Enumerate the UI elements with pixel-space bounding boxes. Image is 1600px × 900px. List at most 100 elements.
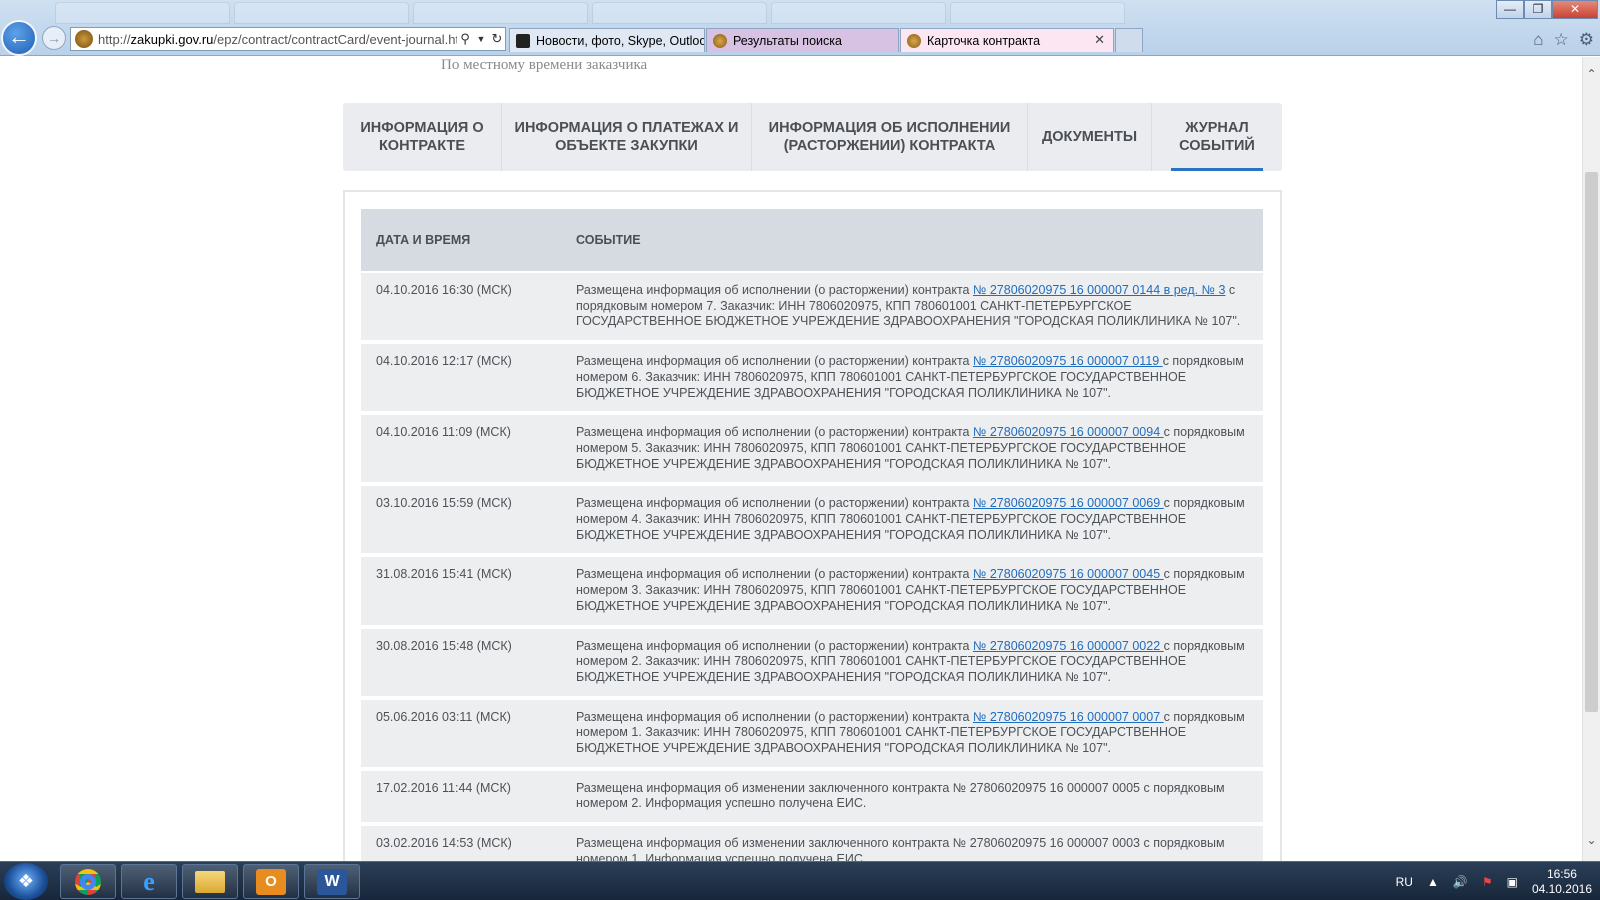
- tab-payments[interactable]: Информация о платежах и объекте закупки: [502, 103, 752, 171]
- window-controls: — ❐ ✕: [1496, 0, 1598, 19]
- browser-tab-label: Результаты поиска: [733, 33, 842, 48]
- contract-link[interactable]: № 27806020975 16 000007 0094: [973, 425, 1164, 439]
- event-datetime: 17.02.2016 11:44 (МСК): [376, 780, 511, 795]
- browser-tab-label: Новости, фото, Skype, Outloo...: [536, 33, 705, 48]
- clock[interactable]: 16:56 04.10.2016: [1532, 867, 1592, 897]
- event-text: Размещена информация об исполнении (о ра…: [576, 425, 973, 440]
- emblem-favicon-icon: [907, 33, 921, 48]
- event-list: 04.10.2016 16:30 (МСК) Размещена информац…: [361, 273, 1263, 861]
- action-center-flag-icon[interactable]: ⚑: [1482, 875, 1493, 889]
- column-header-datetime: Дата и время: [376, 233, 471, 247]
- table-row: 03.10.2016 15:59 (МСК) Размещена информац…: [361, 486, 1263, 554]
- scroll-up-icon[interactable]: ⌃: [1583, 67, 1600, 81]
- file-explorer-icon[interactable]: [182, 864, 238, 899]
- volume-icon[interactable]: 🔊: [1453, 875, 1468, 889]
- search-icon[interactable]: ⚲: [457, 31, 473, 47]
- event-datetime: 05.06.2016 03:11 (МСК): [376, 709, 511, 724]
- page-content: По местному времени заказчика Информация…: [0, 57, 1582, 861]
- language-indicator[interactable]: RU: [1396, 875, 1413, 889]
- background-tab-strip: [55, 2, 1125, 26]
- new-tab-button[interactable]: [1115, 28, 1143, 52]
- background-tab[interactable]: [55, 2, 230, 24]
- dropdown-arrow-icon[interactable]: ▼: [473, 34, 489, 44]
- table-row: 03.02.2016 14:53 (МСК) Размещена информац…: [361, 826, 1263, 861]
- clock-date: 04.10.2016: [1531, 881, 1592, 896]
- emblem-favicon-icon: [713, 33, 727, 48]
- table-row: 05.06.2016 03:11 (МСК) Размещена информац…: [361, 699, 1263, 767]
- table-row: 17.02.2016 11:44 (МСК) Размещена информац…: [361, 770, 1263, 823]
- address-bar[interactable]: http://zakupki.gov.ru/epz/contract/contr…: [70, 27, 506, 51]
- event-text: Размещена информация об исполнении (о ра…: [576, 567, 973, 582]
- system-tray: RU ▲ 🔊 ⚑ ▣ 16:56 04.10.2016: [1396, 862, 1592, 900]
- site-emblem-icon: [75, 30, 93, 48]
- minimize-icon[interactable]: —: [1496, 0, 1524, 19]
- event-description: Размещена информация об исполнении (о ра…: [576, 283, 1263, 330]
- internet-explorer-icon[interactable]: e: [121, 864, 177, 899]
- tab-documents[interactable]: Документы: [1028, 103, 1152, 171]
- event-text: Размещена информация об изменении заключ…: [576, 836, 1225, 861]
- background-tab[interactable]: [413, 2, 588, 24]
- column-header-event: Событие: [576, 233, 641, 247]
- tab-label: Информация о контракте: [360, 120, 484, 154]
- event-text: Размещена информация об исполнении (о ра…: [576, 496, 973, 511]
- back-arrow-icon[interactable]: ←: [1, 20, 37, 56]
- contract-link[interactable]: № 27806020975 16 000007 0069: [973, 496, 1164, 510]
- event-description: Размещена информация об исполнении (о ра…: [576, 710, 1263, 757]
- table-row: 04.10.2016 11:09 (МСК) Размещена информац…: [361, 415, 1263, 483]
- event-text: Размещена информация об исполнении (о ра…: [576, 354, 973, 369]
- scrollbar-thumb[interactable]: [1585, 172, 1598, 712]
- favorites-star-icon[interactable]: ☆: [1554, 30, 1569, 50]
- home-icon[interactable]: ⌂: [1533, 30, 1543, 50]
- yandex-favicon-icon: [516, 33, 530, 48]
- contract-tabs: Информация о контракте Информация о плат…: [343, 103, 1282, 171]
- scroll-down-icon[interactable]: ⌄: [1583, 833, 1600, 847]
- tab-event-journal[interactable]: Журнал событий: [1152, 103, 1282, 171]
- event-description: Размещена информация об исполнении (о ра…: [576, 567, 1263, 614]
- browser-tab-active[interactable]: Карточка контракта ✕: [900, 28, 1114, 52]
- tab-execution[interactable]: Информация об исполнении (расторжении) к…: [752, 103, 1028, 171]
- gear-icon[interactable]: ⚙: [1579, 30, 1594, 50]
- outlook-icon[interactable]: O: [243, 864, 299, 899]
- close-window-icon[interactable]: ✕: [1552, 0, 1598, 19]
- background-tab[interactable]: [950, 2, 1125, 24]
- close-tab-icon[interactable]: ✕: [1094, 32, 1105, 48]
- event-datetime: 04.10.2016 11:09 (МСК): [376, 425, 511, 440]
- event-datetime: 03.02.2016 14:53 (МСК): [376, 836, 512, 851]
- browser-tab[interactable]: Новости, фото, Skype, Outloo...: [509, 28, 705, 52]
- vertical-scrollbar[interactable]: ⌃ ⌄: [1582, 57, 1600, 861]
- tab-label: Информация об исполнении (расторжении) к…: [768, 120, 1011, 154]
- forward-arrow-icon[interactable]: →: [42, 26, 66, 50]
- event-description: Размещена информация об исполнении (о ра…: [576, 496, 1263, 543]
- background-tab[interactable]: [771, 2, 946, 24]
- event-description: Размещена информация об изменении заключ…: [576, 836, 1263, 861]
- refresh-icon[interactable]: ↻: [489, 31, 505, 47]
- browser-tab[interactable]: Результаты поиска: [706, 28, 899, 52]
- start-button[interactable]: ❖: [4, 863, 48, 900]
- event-datetime: 31.08.2016 15:41 (МСК): [376, 567, 512, 582]
- contract-link[interactable]: № 27806020975 16 000007 0022: [973, 639, 1164, 653]
- contract-link[interactable]: № 27806020975 16 000007 0007: [973, 710, 1164, 724]
- event-text: Размещена информация об исполнении (о ра…: [576, 709, 973, 724]
- address-url[interactable]: http://zakupki.gov.ru/epz/contract/contr…: [98, 32, 457, 47]
- contract-link[interactable]: № 27806020975 16 000007 0045: [973, 567, 1164, 581]
- event-journal-panel: Дата и время Событие 04.10.2016 16:30 (М…: [343, 190, 1282, 861]
- table-header: Дата и время Событие: [361, 209, 1263, 271]
- clock-time: 16:56: [1546, 866, 1577, 881]
- word-icon[interactable]: W: [304, 864, 360, 899]
- tab-label: Документы: [1041, 129, 1138, 145]
- background-tab[interactable]: [234, 2, 409, 24]
- table-row: 31.08.2016 15:41 (МСК) Размещена информац…: [361, 557, 1263, 625]
- event-description: Размещена информация об изменении заключ…: [576, 781, 1263, 812]
- browser-tab-label: Карточка контракта: [927, 33, 1041, 48]
- local-time-note: По местному времени заказчика: [441, 57, 648, 73]
- restore-icon[interactable]: ❐: [1524, 0, 1552, 19]
- contract-link[interactable]: № 27806020975 16 000007 0119: [973, 354, 1163, 368]
- event-datetime: 30.08.2016 15:48 (МСК): [376, 638, 512, 653]
- chrome-icon[interactable]: [60, 864, 116, 899]
- taskbar: ❖ e O W RU ▲ 🔊 ⚑ ▣ 16:56 04.10.2016: [0, 861, 1600, 900]
- background-tab[interactable]: [592, 2, 767, 24]
- show-hidden-icons-icon[interactable]: ▲: [1427, 875, 1439, 889]
- tab-contract-info[interactable]: Информация о контракте: [343, 103, 502, 171]
- network-icon[interactable]: ▣: [1507, 875, 1518, 889]
- contract-link[interactable]: № 27806020975 16 000007 0144 в ред. № 3: [973, 283, 1225, 297]
